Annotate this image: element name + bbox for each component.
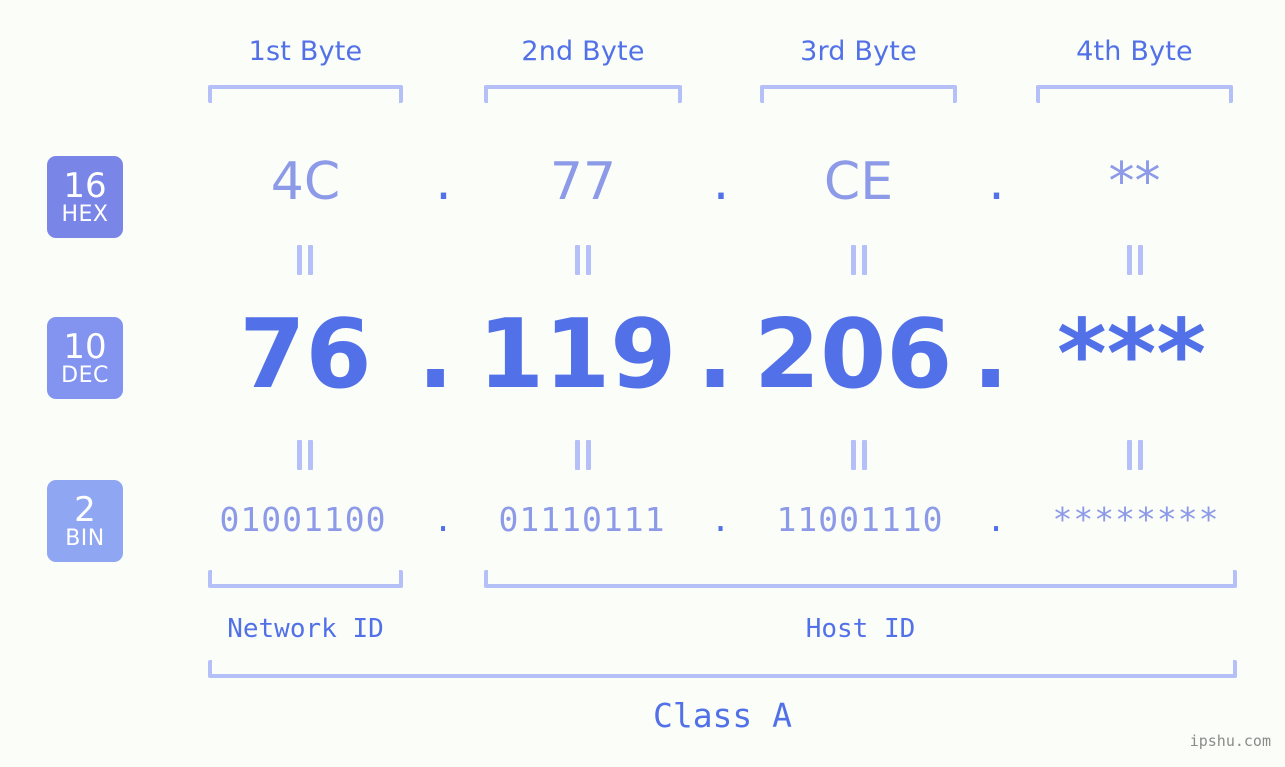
equals-icon-hex-dec-2 [572,245,594,275]
bin-byte-2: 01110111 [498,500,666,539]
radix-badge-word: DEC [61,362,109,388]
bin-separator-1: . [433,500,454,539]
hex-separator-1: . [435,152,452,212]
hex-byte-4: ** [1108,152,1161,212]
class-label: Class A [652,696,793,735]
byte-header-label: 3rd Byte [800,36,917,67]
byte-bracket-2 [484,85,682,103]
hex-byte-1: 4C [270,152,341,212]
network-id-bracket [208,570,403,588]
dec-byte-1: 76 [239,300,372,410]
byte-header-2: 2nd Byte [484,33,682,71]
equals-icon-hex-dec-3 [848,245,870,275]
dec-separator-2: . [696,300,734,410]
hex-separator-3: . [988,152,1005,212]
hex-byte-3: CE [823,152,894,212]
equals-icon-hex-dec-4 [1124,245,1146,275]
radix-badge-number: 2 [74,489,96,530]
dec-separator-3: . [972,300,1009,410]
equals-icon-dec-bin-4 [1124,440,1146,470]
bin-byte-4: ******** [1052,500,1220,539]
dec-byte-2: 119 [478,300,677,410]
byte-header-label: 2nd Byte [521,36,645,67]
equals-icon-hex-dec-1 [294,245,316,275]
network-id-label: Network ID [227,614,384,644]
radix-badge-word: BIN [65,525,105,551]
byte-bracket-3 [760,85,957,103]
dec-separator-1: . [417,300,454,410]
hex-separator-2: . [712,152,730,212]
byte-header-label: 1st Byte [248,36,363,67]
byte-header-1: 1st Byte [208,33,403,71]
dec-byte-4: *** [1056,300,1207,410]
byte-bracket-4 [1036,85,1233,103]
hex-byte-2: 77 [549,152,617,212]
bin-separator-3: . [986,500,1007,539]
bin-byte-1: 01001100 [219,500,387,539]
equals-icon-dec-bin-1 [294,440,316,470]
radix-badge-dec: 10 DEC [47,317,123,399]
bin-byte-3: 11001110 [776,500,944,539]
equals-icon-dec-bin-2 [572,440,594,470]
ip-breakdown-diagram: 1st Byte 2nd Byte 3rd Byte 4th Byte 16 H… [0,0,1285,767]
bin-separator-2: . [710,500,732,539]
radix-badge-bin: 2 BIN [47,480,123,562]
byte-header-label: 4th Byte [1076,36,1193,67]
host-id-label: Host ID [805,614,916,644]
radix-badge-number: 10 [63,326,107,367]
radix-badge-number: 16 [63,165,107,206]
byte-header-3: 3rd Byte [760,33,957,71]
byte-bracket-1 [208,85,403,103]
site-watermark: ipshu.com [1189,732,1271,750]
radix-badge-hex: 16 HEX [47,156,123,238]
byte-header-4: 4th Byte [1036,33,1233,71]
radix-badge-word: HEX [61,201,109,227]
dec-byte-3: 206 [754,300,953,410]
equals-icon-dec-bin-3 [848,440,870,470]
class-bracket [208,660,1237,678]
host-id-bracket [484,570,1237,588]
